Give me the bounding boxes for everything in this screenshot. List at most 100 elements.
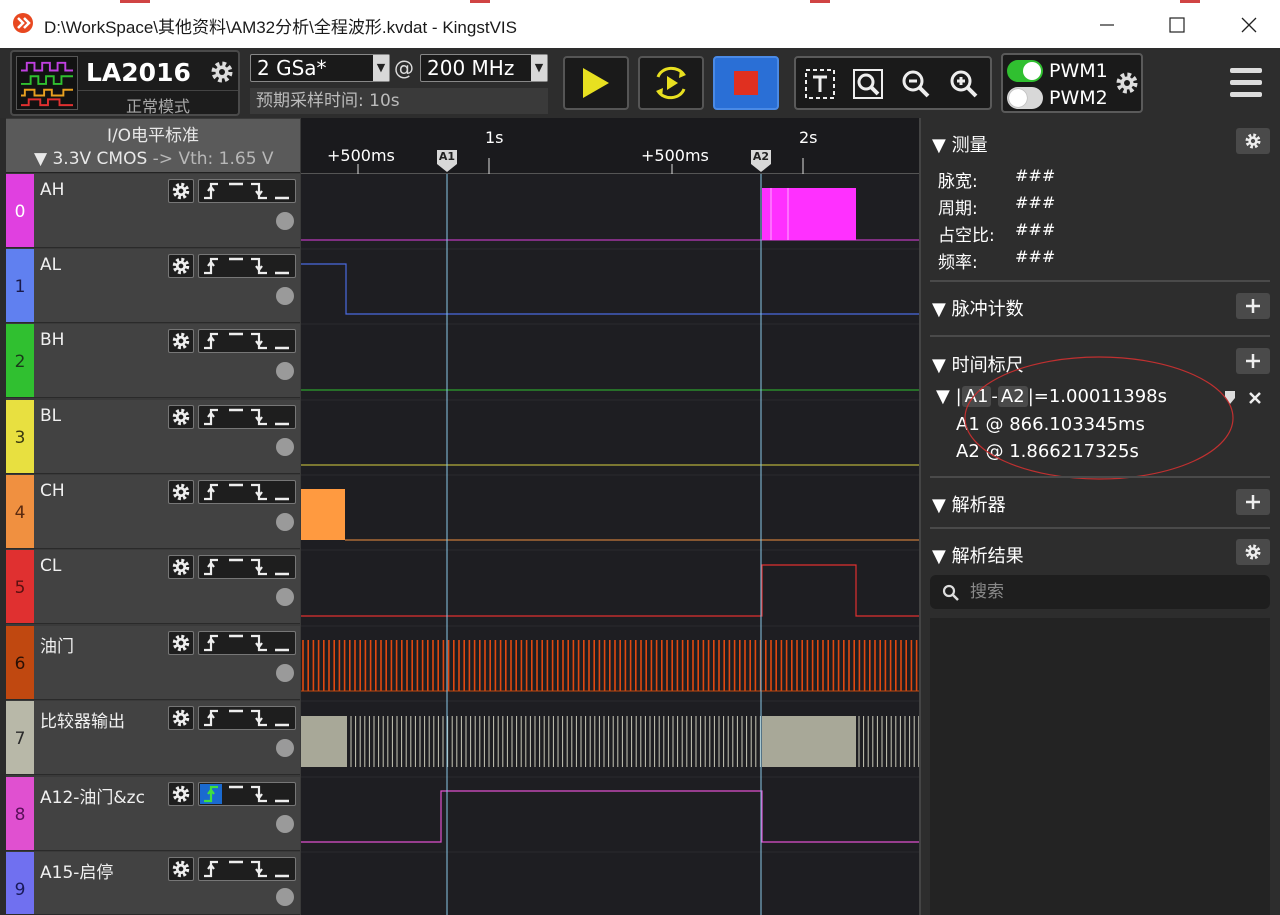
channel-name[interactable]: CL xyxy=(40,556,61,576)
channel-row[interactable]: 0 AH xyxy=(6,174,300,248)
stop-button[interactable] xyxy=(713,56,779,110)
channel-status-dot[interactable] xyxy=(276,513,294,531)
stop-icon xyxy=(734,71,758,95)
channel-trigger-selector[interactable] xyxy=(198,857,296,881)
channel-name[interactable]: AH xyxy=(40,180,64,200)
channel-status-dot[interactable] xyxy=(276,588,294,606)
timeline-ruler[interactable]: +500ms 1s +500ms 2s A1 A2 xyxy=(301,118,919,174)
channel-row[interactable]: 6 油门 xyxy=(6,626,300,700)
channel-name[interactable]: A12-油门&zc xyxy=(40,783,145,808)
plus-icon xyxy=(1246,354,1260,368)
measure-settings-button[interactable] xyxy=(1236,128,1270,154)
decode-result-section-title[interactable]: ▼ 解析结果 xyxy=(932,542,1024,568)
sample-depth-select[interactable]: 2 GSa* ▼ xyxy=(250,54,390,82)
text-tool-button[interactable] xyxy=(802,66,838,102)
channel-trigger-selector[interactable] xyxy=(198,405,296,429)
channel-trigger-selector[interactable] xyxy=(198,480,296,504)
search-input[interactable] xyxy=(970,579,1250,605)
annotation-ellipse xyxy=(964,356,1234,480)
channel-settings-button[interactable] xyxy=(168,179,194,203)
channel-name[interactable]: 比较器输出 xyxy=(40,707,125,732)
channel-trigger-selector[interactable] xyxy=(198,706,296,730)
channel-trigger-selector[interactable] xyxy=(198,631,296,655)
channel-row[interactable]: 3 BL xyxy=(6,400,300,474)
channel-row[interactable]: 4 CH xyxy=(6,475,300,549)
channel-status-dot[interactable] xyxy=(276,212,294,230)
channel-trigger-selector[interactable] xyxy=(198,254,296,278)
channel-name[interactable]: AL xyxy=(40,255,61,275)
channel-trigger-selector[interactable] xyxy=(198,329,296,353)
divider xyxy=(930,280,1270,282)
sample-rate-select[interactable]: 200 MHz ▼ xyxy=(420,54,548,82)
channel-settings-button[interactable] xyxy=(168,631,194,655)
add-pulse-count-button[interactable] xyxy=(1236,293,1270,319)
pwm-settings-gear-icon[interactable] xyxy=(1113,69,1141,97)
zoom-fit-icon xyxy=(853,69,883,99)
device-settings-gear-icon[interactable] xyxy=(208,58,236,86)
divider xyxy=(930,527,1270,529)
marker-a2[interactable]: A2 xyxy=(749,150,773,172)
minimize-button[interactable] xyxy=(1084,8,1130,42)
decode-result-settings-button[interactable] xyxy=(1236,539,1270,565)
menu-hamburger-icon[interactable] xyxy=(1228,64,1264,102)
pwm2-toggle[interactable] xyxy=(1007,87,1043,109)
waveform-canvas[interactable] xyxy=(301,174,919,915)
expected-sample-time: 预期采样时间: 10s xyxy=(250,88,548,114)
add-decoder-button[interactable] xyxy=(1236,489,1270,515)
pwm-panel: PWM1 PWM2 xyxy=(1001,53,1143,113)
channel-row[interactable]: 2 BH xyxy=(6,324,300,398)
trigger-type-icons xyxy=(204,257,289,275)
dropdown-arrow-icon: ▼ xyxy=(531,55,547,81)
channel-settings-button[interactable] xyxy=(168,706,194,730)
pulse-count-title: 脉冲计数 xyxy=(951,299,1024,320)
marker-a1[interactable]: A1 xyxy=(435,150,459,172)
io-standard-select[interactable]: ▼ 3.3V CMOS -> Vth: 1.65 V xyxy=(34,149,274,169)
pwm1-toggle[interactable] xyxy=(1007,60,1043,82)
trigger-type-icons xyxy=(204,408,289,426)
measure-section-title[interactable]: ▼ 测量 xyxy=(932,131,988,157)
channel-settings-button[interactable] xyxy=(168,555,194,579)
add-time-ruler-button[interactable] xyxy=(1236,348,1270,374)
channel-settings-button[interactable] xyxy=(168,480,194,504)
channel-row[interactable]: 8 A12-油门&zc xyxy=(6,777,300,851)
zoom-in-button[interactable] xyxy=(946,66,982,102)
channel-trigger-selector[interactable] xyxy=(198,782,296,806)
channel-status-dot[interactable] xyxy=(276,287,294,305)
channel-status-dot[interactable] xyxy=(276,739,294,757)
channel-name[interactable]: BL xyxy=(40,406,61,426)
pulse-count-section-title[interactable]: ▼ 脉冲计数 xyxy=(932,295,1024,321)
channel-status-dot[interactable] xyxy=(276,888,294,906)
gear-icon xyxy=(172,408,190,426)
zoom-fit-button[interactable] xyxy=(850,66,886,102)
close-button[interactable] xyxy=(1226,8,1272,42)
channel-settings-button[interactable] xyxy=(168,782,194,806)
decoder-section-title[interactable]: ▼ 解析器 xyxy=(932,491,1006,517)
channel-status-dot[interactable] xyxy=(276,664,294,682)
maximize-button[interactable] xyxy=(1154,8,1200,42)
channel-name[interactable]: 油门 xyxy=(40,632,74,657)
channel-settings-button[interactable] xyxy=(168,329,194,353)
channel-row[interactable]: 5 CL xyxy=(6,550,300,624)
channel-trigger-selector[interactable] xyxy=(198,555,296,579)
channel-trigger-selector[interactable] xyxy=(198,179,296,203)
channel-row[interactable]: 9 A15-启停 xyxy=(6,852,300,915)
channel-settings-button[interactable] xyxy=(168,254,194,278)
logic-analyzer-icon xyxy=(16,56,78,110)
channel-status-dot[interactable] xyxy=(276,438,294,456)
channel-settings-button[interactable] xyxy=(168,405,194,429)
zoom-out-button[interactable] xyxy=(898,66,934,102)
channel-status-dot[interactable] xyxy=(276,815,294,833)
channel-name[interactable]: BH xyxy=(40,330,64,350)
channel-settings-button[interactable] xyxy=(168,857,194,881)
gear-icon xyxy=(1245,133,1261,149)
io-vth: -> Vth: 1.65 V xyxy=(147,149,274,169)
channel-row[interactable]: 1 AL xyxy=(6,249,300,323)
start-button[interactable] xyxy=(563,56,629,110)
channel-name[interactable]: A15-启停 xyxy=(40,858,113,883)
continuous-start-button[interactable] xyxy=(638,56,704,110)
device-mode[interactable]: 正常模式 xyxy=(78,90,238,117)
channel-name[interactable]: CH xyxy=(40,481,65,501)
delete-ruler-close-icon[interactable] xyxy=(1248,391,1262,405)
channel-row[interactable]: 7 比较器输出 xyxy=(6,701,300,775)
channel-status-dot[interactable] xyxy=(276,362,294,380)
